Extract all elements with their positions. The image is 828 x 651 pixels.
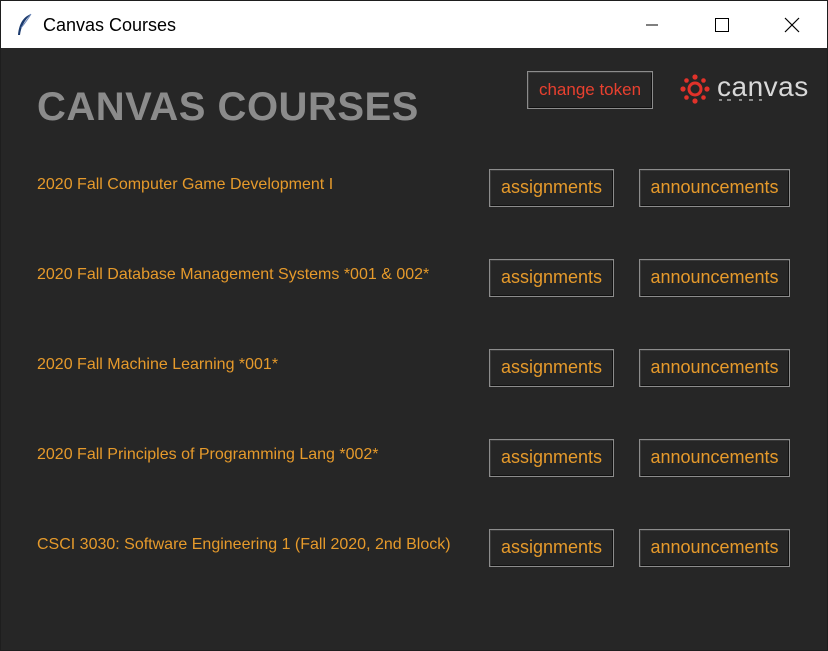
announcements-button[interactable]: announcements	[639, 169, 790, 207]
assignments-button[interactable]: assignments	[489, 169, 614, 207]
page-title: CANVAS COURSES	[37, 85, 419, 129]
window-title: Canvas Courses	[43, 15, 177, 35]
course-name: 2020 Fall Principles of Programming Lang…	[37, 446, 379, 463]
course-name: 2020 Fall Computer Game Development I	[37, 176, 334, 193]
assignments-button[interactable]: assignments	[489, 439, 614, 477]
feather-icon	[15, 13, 35, 37]
announcements-button[interactable]: announcements	[639, 349, 790, 387]
announcements-button[interactable]: announcements	[639, 529, 790, 567]
logo-subtext-decoration	[719, 99, 762, 101]
maximize-button[interactable]	[687, 1, 757, 48]
minimize-button[interactable]	[617, 1, 687, 48]
assignments-button[interactable]: assignments	[489, 529, 614, 567]
title-bar: Canvas Courses	[1, 1, 827, 48]
assignments-button[interactable]: assignments	[489, 259, 614, 297]
change-token-button[interactable]: change token	[527, 71, 653, 109]
close-button[interactable]	[757, 1, 827, 48]
canvas-logo: canvas	[679, 71, 809, 105]
course-name: 2020 Fall Database Management Systems *0…	[37, 266, 430, 283]
course-name: 2020 Fall Machine Learning *001*	[37, 356, 279, 373]
announcements-button[interactable]: announcements	[639, 439, 790, 477]
app-window: Canvas Courses CANVAS COURSES change tok…	[0, 0, 828, 651]
announcements-button[interactable]: announcements	[639, 259, 790, 297]
course-name: CSCI 3030: Software Engineering 1 (Fall …	[37, 536, 451, 553]
assignments-button[interactable]: assignments	[489, 349, 614, 387]
main-content: CANVAS COURSES change token canvas 2020 …	[1, 49, 827, 650]
